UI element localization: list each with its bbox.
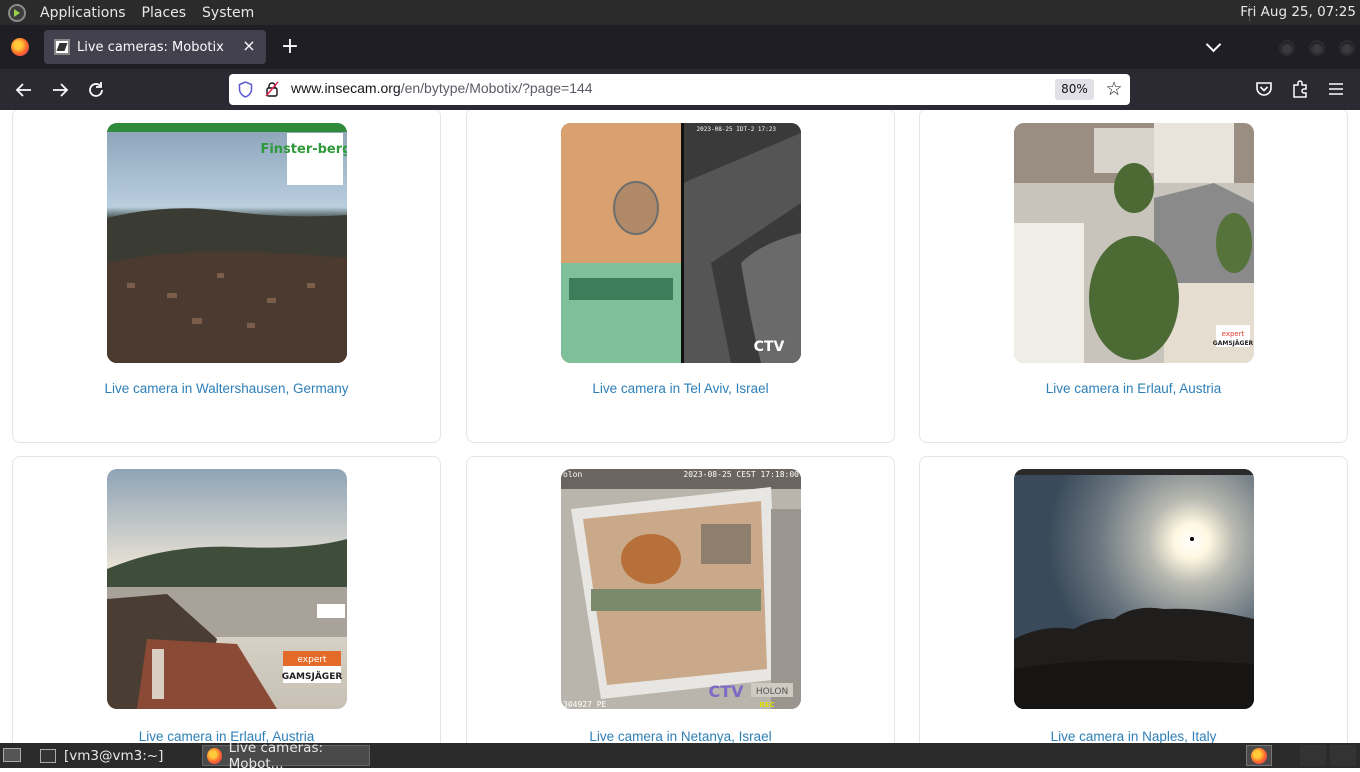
finsterbergen-logo: Finster-bergen xyxy=(260,142,347,157)
tab-bar: Live cameras: Mobotix × + xyxy=(0,25,1360,69)
url-text[interactable]: www.insecam.org/en/bytype/Mobotix/?page=… xyxy=(291,80,593,96)
camera-card: 2023-08-25 IDT-2 17:23 CTV Live camera i… xyxy=(466,110,895,443)
netanya-camera-id: 304927 PE xyxy=(563,700,607,709)
taskbar-item-terminal[interactable]: [vm3@vm3:~] xyxy=(36,745,196,766)
url-bar[interactable]: www.insecam.org/en/bytype/Mobotix/?page=… xyxy=(229,74,1130,105)
camera-card: olon 2023-08-25 CEST 17:18:00 304927 PE … xyxy=(466,456,895,743)
show-desktop-icon[interactable] xyxy=(3,748,21,762)
camera-thumbnail-erlauf-1[interactable]: expert GAMSJÄGER xyxy=(1014,123,1254,363)
camera-card: expert GAMSJÄGER Live camera in Erlauf, … xyxy=(12,456,441,743)
firefox-workspace-icon xyxy=(1251,748,1267,764)
camera-thumbnail-waltershausen[interactable]: Finster-bergen xyxy=(107,123,347,363)
taskbar-item-firefox[interactable]: Live cameras: Mobot... xyxy=(202,740,370,772)
pocket-icon[interactable] xyxy=(1253,78,1275,100)
holon-label: HOLON xyxy=(756,687,788,697)
camera-card: Finster-bergen Live camera in Waltershau… xyxy=(12,110,441,443)
forward-arrow-icon[interactable] xyxy=(47,77,73,103)
netanya-timestamp: 2023-08-25 CEST 17:18:00 xyxy=(683,470,799,479)
camera-card: Live camera in Naples, Italy xyxy=(919,456,1348,743)
close-tab-icon[interactable]: × xyxy=(240,37,258,55)
url-host: www.insecam.org xyxy=(291,80,401,96)
camera-link-netanya[interactable]: Live camera in Netanya, Israel xyxy=(467,729,894,743)
taskbar-item-label: [vm3@vm3:~] xyxy=(64,747,164,764)
camera-thumbnail-telaviv[interactable]: 2023-08-25 IDT-2 17:23 CTV xyxy=(561,123,801,363)
terminal-icon xyxy=(40,748,56,763)
camera-card: expert GAMSJÄGER Live camera in Erlauf, … xyxy=(919,110,1348,443)
camera-thumbnail-erlauf-2[interactable]: expert GAMSJÄGER xyxy=(107,469,347,709)
url-path: /en/bytype/Mobotix/?page=144 xyxy=(400,80,593,96)
tracking-protection-shield-icon[interactable] xyxy=(238,81,253,98)
gamsjager-logo: GAMSJÄGER xyxy=(282,671,343,682)
bottom-panel: [vm3@vm3:~] Live cameras: Mobot... xyxy=(0,740,1360,772)
zoom-level-button[interactable]: 80% xyxy=(1055,79,1094,100)
expert-logo: expert xyxy=(1222,330,1245,338)
clock[interactable]: Fri Aug 25, 07:25 xyxy=(1240,4,1356,20)
extensions-puzzle-icon[interactable] xyxy=(1289,78,1311,100)
system-menu[interactable]: System xyxy=(194,5,262,21)
camera-link-erlauf-1[interactable]: Live camera in Erlauf, Austria xyxy=(920,381,1347,396)
gamsjager-logo: GAMSJÄGER xyxy=(1213,340,1254,347)
maximize-window-button[interactable] xyxy=(1309,40,1325,56)
top-panel: Applications Places System Fri Aug 25, 0… xyxy=(0,0,1360,25)
tab-title: Live cameras: Mobotix xyxy=(77,39,224,55)
expert-logo: expert xyxy=(297,655,327,665)
bookmark-star-icon[interactable]: ☆ xyxy=(1104,77,1124,101)
close-window-button[interactable] xyxy=(1339,40,1355,56)
insecure-lock-icon[interactable] xyxy=(265,81,279,97)
tab-live-cameras[interactable]: Live cameras: Mobotix × xyxy=(44,30,266,64)
new-tab-button[interactable]: + xyxy=(279,34,301,60)
telaviv-timestamp: 2023-08-25 IDT-2 17:23 xyxy=(697,126,777,133)
taskbar-item-label: Live cameras: Mobot... xyxy=(228,739,324,772)
list-all-tabs-icon[interactable] xyxy=(1204,38,1224,56)
ctv-logo: CTV xyxy=(708,682,744,701)
camera-link-waltershausen[interactable]: Live camera in Waltershausen, Germany xyxy=(13,381,440,396)
camera-link-telaviv[interactable]: Live camera in Tel Aviv, Israel xyxy=(467,381,894,396)
hamburger-menu-icon[interactable] xyxy=(1325,78,1347,100)
site-favicon-icon xyxy=(54,39,70,55)
back-arrow-icon[interactable] xyxy=(11,77,37,103)
camera-thumbnail-netanya[interactable]: olon 2023-08-25 CEST 17:18:00 304927 PE … xyxy=(561,469,801,709)
firefox-view-icon[interactable] xyxy=(11,38,29,56)
camera-link-erlauf-2[interactable]: Live camera in Erlauf, Austria xyxy=(13,729,440,743)
navigation-bar: www.insecam.org/en/bytype/Mobotix/?page=… xyxy=(0,69,1360,110)
page-content: Finster-bergen Live camera in Waltershau… xyxy=(0,110,1360,743)
camera-link-naples[interactable]: Live camera in Naples, Italy xyxy=(920,729,1347,743)
minimize-window-button[interactable] xyxy=(1279,40,1295,56)
workspace-2[interactable] xyxy=(1300,745,1326,766)
reload-icon[interactable] xyxy=(83,77,109,103)
netanya-stamp: olon xyxy=(563,470,582,479)
rec-label: REC xyxy=(759,701,774,709)
ctv-logo: CTV xyxy=(754,339,785,355)
camera-thumbnail-naples[interactable] xyxy=(1014,469,1254,709)
applications-logo-icon[interactable] xyxy=(8,3,26,22)
firefox-icon xyxy=(207,747,222,764)
workspace-3[interactable] xyxy=(1330,745,1356,766)
places-menu[interactable]: Places xyxy=(134,5,195,21)
workspace-switcher[interactable] xyxy=(1246,745,1272,766)
applications-menu[interactable]: Applications xyxy=(32,5,134,21)
